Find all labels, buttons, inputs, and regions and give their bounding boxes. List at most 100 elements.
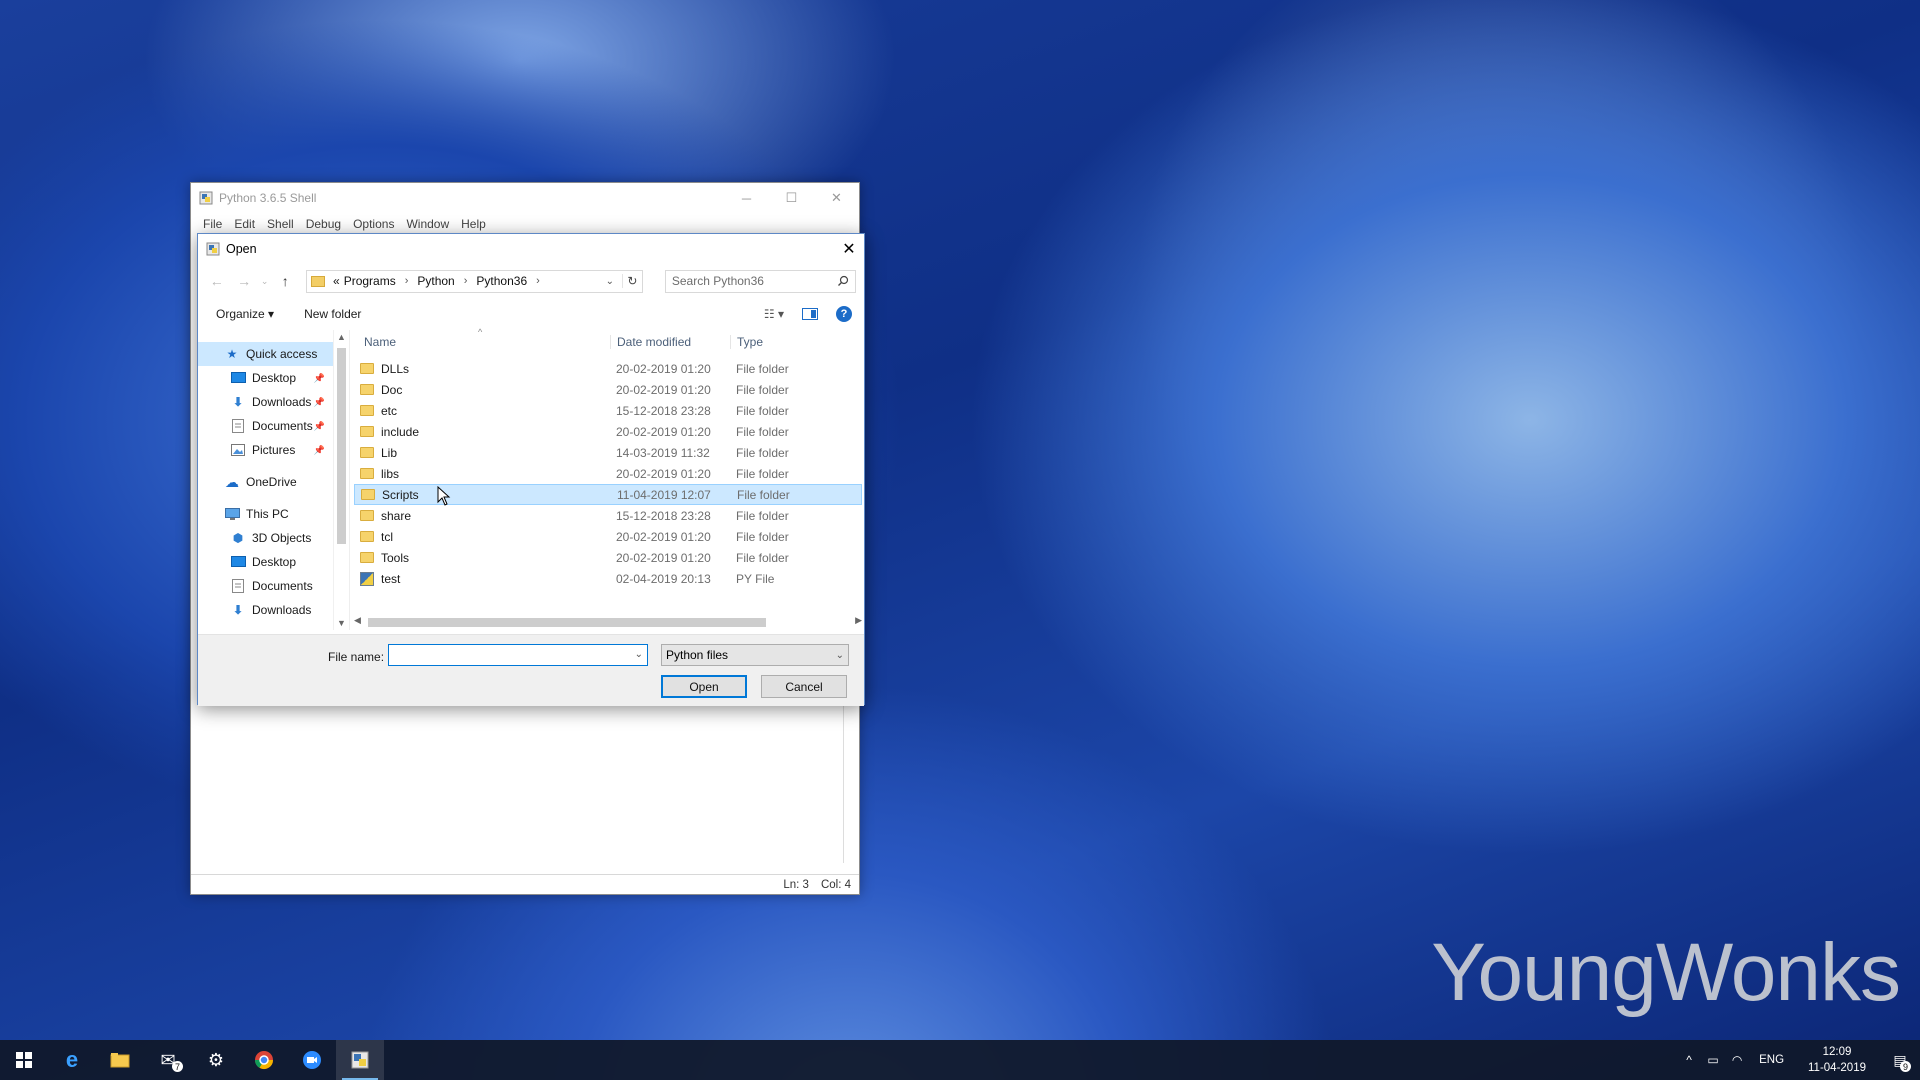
file-name-input[interactable] bbox=[389, 645, 619, 665]
nav-downloads[interactable]: ⬇ Downloads 📌 bbox=[198, 390, 333, 414]
action-center-button[interactable]: ▤ 9 bbox=[1880, 1040, 1920, 1080]
maximize-icon[interactable]: ☐ bbox=[769, 183, 814, 213]
refresh-icon[interactable]: ↻ bbox=[621, 274, 642, 288]
forward-arrow-icon[interactable]: → bbox=[233, 273, 254, 289]
pin-icon[interactable]: 📌 bbox=[314, 445, 325, 456]
taskbar-settings[interactable]: ⚙ bbox=[192, 1040, 240, 1080]
breadcrumb-programs[interactable]: Programs bbox=[344, 274, 396, 288]
file-name-combobox[interactable]: ⌄ bbox=[388, 644, 648, 666]
taskbar-zoom[interactable] bbox=[288, 1040, 336, 1080]
file-row[interactable]: Doc 20-02-2019 01:20 File folder bbox=[354, 379, 862, 400]
file-row[interactable]: DLLs 20-02-2019 01:20 File folder bbox=[354, 358, 862, 379]
nav-label: Quick access bbox=[246, 347, 318, 361]
file-list-pane[interactable]: ^ Name Date modified Type DLLs 20-02-2019… bbox=[349, 327, 864, 630]
nav-documents[interactable]: Documents 📌 bbox=[198, 414, 333, 438]
file-row[interactable]: Tools 20-02-2019 01:20 File folder bbox=[354, 547, 862, 568]
horizontal-scrollbar[interactable]: ◀ ▶ bbox=[354, 614, 862, 630]
file-type: File folder bbox=[736, 529, 789, 544]
file-name: Tools bbox=[381, 550, 410, 565]
nav-onedrive[interactable]: ☁ OneDrive bbox=[198, 470, 333, 494]
file-row[interactable]: Lib 14-03-2019 11:32 File folder bbox=[354, 442, 862, 463]
pin-icon[interactable]: 📌 bbox=[314, 421, 325, 432]
taskbar-python-idle[interactable] bbox=[336, 1040, 384, 1080]
menu-shell[interactable]: Shell bbox=[261, 217, 300, 231]
open-button[interactable]: Open bbox=[661, 675, 747, 698]
menu-window[interactable]: Window bbox=[400, 217, 455, 231]
nav-this-pc[interactable]: This PC bbox=[198, 502, 333, 526]
chevron-right-icon[interactable]: › bbox=[531, 275, 545, 287]
video-camera-icon bbox=[303, 1051, 321, 1069]
search-box[interactable] bbox=[664, 269, 856, 293]
close-icon[interactable]: ✕ bbox=[814, 183, 859, 213]
scroll-right-icon[interactable]: ▶ bbox=[855, 615, 862, 626]
dialog-titlebar: Open ✕ bbox=[198, 234, 864, 264]
taskbar-file-explorer[interactable] bbox=[96, 1040, 144, 1080]
file-row[interactable]: tcl 20-02-2019 01:20 File folder bbox=[354, 526, 862, 547]
cancel-button[interactable]: Cancel bbox=[761, 675, 847, 698]
chevron-up-icon[interactable]: ^ bbox=[1677, 1053, 1701, 1067]
nav-3d-objects[interactable]: ⬢ 3D Objects bbox=[198, 526, 333, 550]
menu-debug[interactable]: Debug bbox=[300, 217, 347, 231]
search-input[interactable] bbox=[671, 274, 837, 288]
open-dialog[interactable]: Open ✕ ← → ⌄ ↑ « Programs › Python › Pyt… bbox=[197, 233, 865, 706]
back-arrow-icon[interactable]: ← bbox=[206, 273, 227, 289]
nav-desktop[interactable]: Desktop 📌 bbox=[198, 366, 333, 390]
nav-quick-access[interactable]: ★ Quick access bbox=[198, 342, 333, 366]
battery-icon[interactable]: ▭ bbox=[1701, 1053, 1725, 1067]
menu-edit[interactable]: Edit bbox=[228, 217, 261, 231]
chrome-icon bbox=[255, 1051, 273, 1070]
file-row[interactable]: test 02-04-2019 20:13 PY File bbox=[354, 568, 862, 589]
column-type[interactable]: Type bbox=[730, 334, 763, 349]
chevron-right-icon[interactable]: › bbox=[400, 275, 414, 287]
start-button[interactable] bbox=[0, 1040, 48, 1080]
nav-pc-downloads[interactable]: ⬇ Downloads bbox=[198, 598, 333, 622]
file-row-selected[interactable]: Scripts 11-04-2019 12:07 File folder bbox=[354, 484, 862, 505]
file-type-filter[interactable]: Python files ⌄ bbox=[661, 644, 849, 666]
navigation-pane[interactable]: ★ Quick access Desktop 📌 ⬇ Downloads 📌 D… bbox=[198, 330, 333, 630]
pin-icon[interactable]: 📌 bbox=[314, 397, 325, 408]
scroll-thumb[interactable] bbox=[337, 348, 346, 544]
scroll-thumb[interactable] bbox=[368, 618, 766, 627]
preview-pane-icon[interactable] bbox=[802, 308, 818, 320]
file-row[interactable]: libs 20-02-2019 01:20 File folder bbox=[354, 463, 862, 484]
nav-pc-documents[interactable]: Documents bbox=[198, 574, 333, 598]
nav-pc-desktop[interactable]: Desktop bbox=[198, 550, 333, 574]
scroll-left-icon[interactable]: ◀ bbox=[354, 615, 361, 626]
column-date-modified[interactable]: Date modified bbox=[610, 334, 730, 349]
chevron-down-icon[interactable]: ⌄ bbox=[635, 649, 643, 660]
chevron-down-icon[interactable]: ⌄ bbox=[836, 650, 844, 661]
scroll-up-icon[interactable]: ▲ bbox=[337, 332, 346, 342]
menu-help[interactable]: Help bbox=[455, 217, 492, 231]
view-options-icon[interactable]: ☷ ▾ bbox=[764, 307, 784, 321]
taskbar-edge[interactable]: e bbox=[48, 1040, 96, 1080]
recent-chevron-icon[interactable]: ⌄ bbox=[261, 276, 269, 287]
chevron-right-icon[interactable]: › bbox=[459, 275, 473, 287]
pin-icon[interactable]: 📌 bbox=[314, 373, 325, 384]
breadcrumb-python36[interactable]: Python36 bbox=[476, 274, 527, 288]
wifi-icon[interactable]: ◠ bbox=[1725, 1053, 1749, 1067]
menu-file[interactable]: File bbox=[197, 217, 228, 231]
file-row[interactable]: etc 15-12-2018 23:28 File folder bbox=[354, 400, 862, 421]
minimize-icon[interactable]: ─ bbox=[724, 183, 769, 213]
up-arrow-icon[interactable]: ↑ bbox=[275, 273, 296, 289]
shell-scrollbar[interactable] bbox=[843, 703, 855, 863]
file-name: include bbox=[381, 424, 420, 439]
nav-pictures[interactable]: Pictures 📌 bbox=[198, 438, 333, 462]
file-row[interactable]: include 20-02-2019 01:20 File folder bbox=[354, 421, 862, 442]
address-bar[interactable]: « Programs › Python › Python36 › ⌄ ↻ bbox=[306, 269, 643, 293]
new-folder-button[interactable]: New folder bbox=[304, 307, 361, 321]
close-icon[interactable]: ✕ bbox=[834, 234, 864, 264]
language-indicator[interactable]: ENG bbox=[1749, 1054, 1794, 1066]
breadcrumb-overflow[interactable]: « bbox=[333, 274, 340, 288]
taskbar-mail[interactable]: ✉ 7 bbox=[144, 1040, 192, 1080]
taskbar-chrome[interactable] bbox=[240, 1040, 288, 1080]
menu-options[interactable]: Options bbox=[347, 217, 400, 231]
organize-button[interactable]: Organize ▾ bbox=[216, 307, 274, 321]
scroll-down-icon[interactable]: ▼ bbox=[337, 618, 346, 628]
help-icon[interactable]: ? bbox=[836, 306, 852, 322]
file-row[interactable]: share 15-12-2018 23:28 File folder bbox=[354, 505, 862, 526]
nav-scrollbar[interactable]: ▲ ▼ bbox=[333, 330, 349, 630]
chevron-down-icon[interactable]: ⌄ bbox=[602, 276, 618, 287]
breadcrumb-python[interactable]: Python bbox=[417, 274, 454, 288]
clock[interactable]: 12:09 11-04-2019 bbox=[1794, 1044, 1880, 1076]
